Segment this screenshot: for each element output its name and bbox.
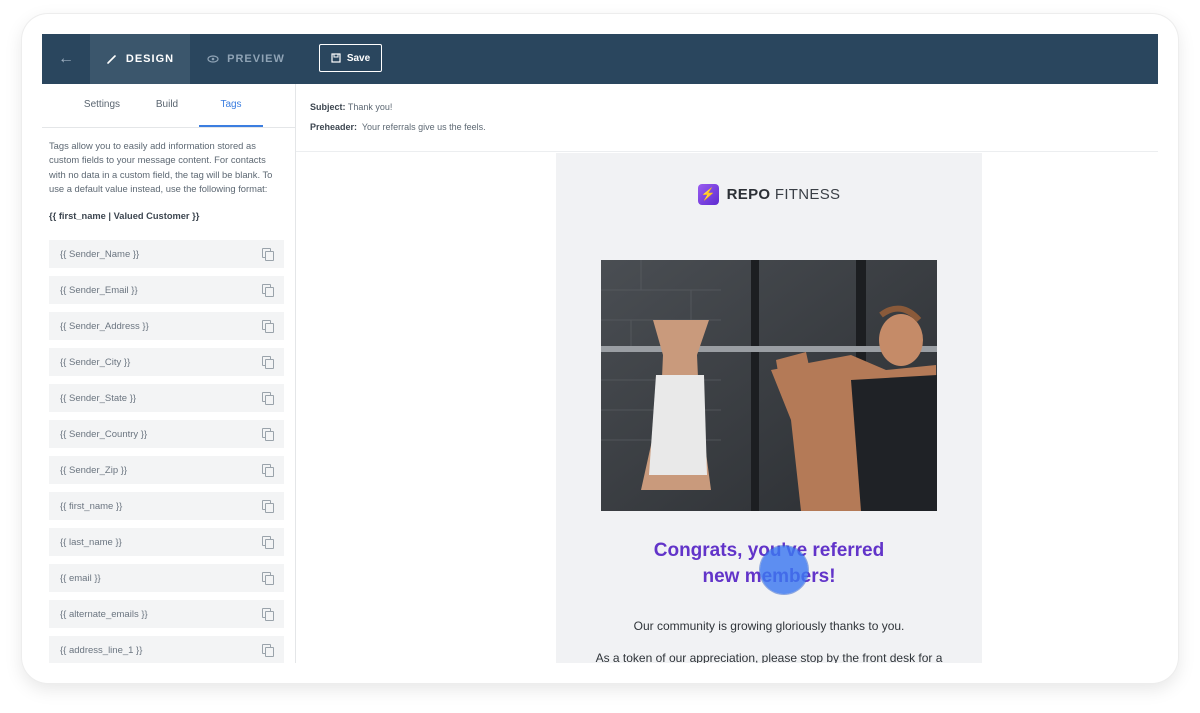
tag-item[interactable]: {{ Sender_Email }} bbox=[49, 276, 284, 304]
divider bbox=[296, 151, 1158, 152]
copy-icon[interactable] bbox=[262, 356, 274, 369]
copy-icon[interactable] bbox=[262, 248, 274, 261]
tag-label: {{ email }} bbox=[60, 572, 101, 584]
tag-item[interactable]: {{ alternate_emails }} bbox=[49, 600, 284, 628]
tag-item[interactable]: {{ first_name }} bbox=[49, 492, 284, 520]
tag-label: {{ first_name }} bbox=[60, 500, 123, 512]
back-button[interactable]: ← bbox=[42, 34, 90, 84]
tab-preview[interactable]: PREVIEW bbox=[196, 34, 296, 84]
tab-preview-label: PREVIEW bbox=[227, 53, 285, 65]
top-bar: ← DESIGN PREVIEW Save bbox=[42, 34, 1158, 84]
tag-item[interactable]: {{ Sender_City }} bbox=[49, 348, 284, 376]
brand-header: ⚡ REPO FITNESS bbox=[556, 183, 982, 205]
subject-value[interactable]: Thank you! bbox=[348, 102, 393, 112]
save-button[interactable]: Save bbox=[319, 44, 382, 72]
tag-item[interactable]: {{ Sender_Address }} bbox=[49, 312, 284, 340]
tab-design[interactable]: DESIGN bbox=[90, 34, 190, 84]
subject-row: Subject: Thank you! bbox=[310, 102, 392, 112]
tab-settings[interactable]: Settings bbox=[72, 84, 132, 126]
save-icon bbox=[331, 53, 341, 63]
copy-icon[interactable] bbox=[262, 572, 274, 585]
tag-label: {{ alternate_emails }} bbox=[60, 608, 148, 620]
tag-item[interactable]: {{ address_line_1 }} bbox=[49, 636, 284, 663]
hero-image[interactable] bbox=[601, 260, 937, 511]
tab-build[interactable]: Build bbox=[139, 84, 195, 126]
copy-icon[interactable] bbox=[262, 464, 274, 477]
tag-label: {{ Sender_Email }} bbox=[60, 284, 138, 296]
tag-label: {{ Sender_Zip }} bbox=[60, 464, 128, 476]
tag-item[interactable]: {{ Sender_Name }} bbox=[49, 240, 284, 268]
tab-design-label: DESIGN bbox=[125, 53, 175, 65]
tag-label: {{ Sender_State }} bbox=[60, 392, 137, 404]
click-cursor-indicator bbox=[760, 546, 808, 594]
brand-name: REPO FITNESS bbox=[726, 185, 841, 203]
arrow-left-icon: ← bbox=[58, 50, 74, 67]
lightning-logo-icon: ⚡ bbox=[697, 183, 719, 205]
copy-icon[interactable] bbox=[262, 320, 274, 333]
format-example: {{ first_name | Valued Customer }} bbox=[49, 211, 200, 221]
email-preview-area: Subject: Thank you! Preheader: Your refe… bbox=[296, 84, 1158, 663]
pencil-icon bbox=[107, 55, 116, 64]
copy-icon[interactable] bbox=[262, 608, 274, 621]
tag-item[interactable]: {{ Sender_State }} bbox=[49, 384, 284, 412]
body-text-line-1[interactable]: Our community is growing gloriously than… bbox=[556, 619, 982, 633]
tag-label: {{ address_line_1 }} bbox=[60, 644, 143, 656]
copy-icon[interactable] bbox=[262, 536, 274, 549]
tag-item[interactable]: {{ Sender_Country }} bbox=[49, 420, 284, 448]
preheader-label: Preheader: bbox=[310, 122, 358, 132]
tag-item[interactable]: {{ last_name }} bbox=[49, 528, 284, 556]
panel-tabs: Settings Build Tags bbox=[42, 84, 295, 128]
tags-panel: Settings Build Tags Tags allow you to ea… bbox=[42, 84, 296, 663]
tag-label: {{ Sender_Address }} bbox=[60, 320, 149, 332]
tag-item[interactable]: {{ Sender_Zip }} bbox=[49, 456, 284, 484]
tag-label: {{ Sender_City }} bbox=[60, 356, 131, 368]
tag-label: {{ Sender_Country }} bbox=[60, 428, 148, 440]
email-editor-app: ← DESIGN PREVIEW Save Settings Build Tag… bbox=[42, 34, 1158, 663]
copy-icon[interactable] bbox=[262, 428, 274, 441]
window-frame: ← DESIGN PREVIEW Save Settings Build Tag… bbox=[22, 14, 1178, 683]
copy-icon[interactable] bbox=[262, 644, 274, 657]
save-button-label: Save bbox=[346, 52, 371, 64]
subject-label: Subject: bbox=[310, 102, 346, 112]
preheader-value[interactable]: Your referrals give us the feels. bbox=[362, 122, 486, 132]
gym-photo bbox=[601, 260, 937, 511]
tag-label: {{ Sender_Name }} bbox=[60, 248, 140, 260]
eye-icon bbox=[207, 55, 219, 63]
tag-label: {{ last_name }} bbox=[60, 536, 122, 548]
tag-item[interactable]: {{ email }} bbox=[49, 564, 284, 592]
tags-description: Tags allow you to easily add information… bbox=[49, 140, 273, 194]
copy-icon[interactable] bbox=[262, 392, 274, 405]
copy-icon[interactable] bbox=[262, 500, 274, 513]
copy-icon[interactable] bbox=[262, 284, 274, 297]
body-text-line-2[interactable]: As a token of our appreciation, please s… bbox=[556, 651, 982, 663]
tab-tags[interactable]: Tags bbox=[199, 84, 263, 127]
tag-list: {{ Sender_Name }} {{ Sender_Email }} {{ Se… bbox=[49, 240, 284, 663]
preheader-row: Preheader: Your referrals give us the fe… bbox=[310, 122, 486, 132]
